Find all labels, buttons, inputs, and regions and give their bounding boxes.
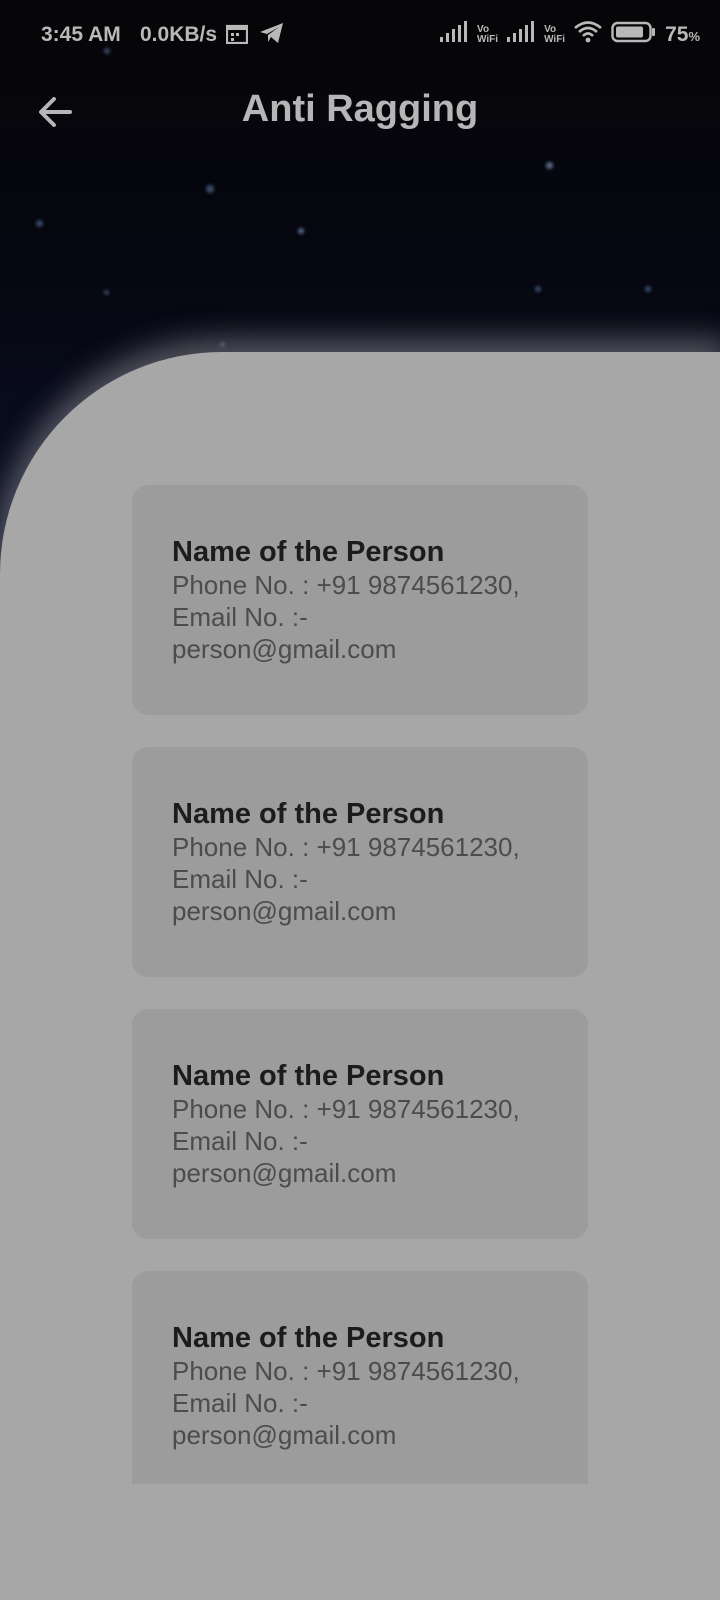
contact-name: Name of the Person <box>172 1060 445 1092</box>
star-decoration <box>36 220 43 227</box>
contact-phone: Phone No. : +91 9874561230, <box>172 570 520 600</box>
contact-email-label: Email No. :- <box>172 1126 308 1156</box>
contact-name: Name of the Person <box>172 536 445 568</box>
star-decoration <box>535 286 541 292</box>
contact-email-label: Email No. :- <box>172 602 308 632</box>
vowifi-label-bottom: WiFi <box>477 34 499 45</box>
contact-email-label: Email No. :- <box>172 1388 308 1418</box>
battery-unit: % <box>688 29 700 44</box>
contact-email[interactable]: person@gmail.com <box>172 895 568 927</box>
star-decoration <box>645 286 651 292</box>
contact-email[interactable]: person@gmail.com <box>172 1419 568 1451</box>
wifi-icon <box>573 20 603 50</box>
contact-card[interactable]: Name of the Person Phone No. : +91 98745… <box>132 1271 588 1484</box>
screen: 3:45 AM 0.0KB/s Vo WiFi Vo WiFi 75% Anti… <box>0 0 720 1600</box>
calendar-icon <box>225 24 249 50</box>
star-decoration <box>546 162 553 169</box>
signal-icon <box>439 21 469 49</box>
page-title: Anti Ragging <box>241 88 479 130</box>
contact-card[interactable]: Name of the Person Phone No. : +91 98745… <box>132 1009 588 1239</box>
contact-phone: Phone No. : +91 9874561230, <box>172 1356 520 1386</box>
contact-card[interactable]: Name of the Person Phone No. : +91 98745… <box>132 485 588 715</box>
contact-card[interactable]: Name of the Person Phone No. : +91 98745… <box>132 747 588 977</box>
contact-email[interactable]: person@gmail.com <box>172 633 568 665</box>
signal-icon <box>506 21 536 49</box>
battery-icon <box>611 21 657 49</box>
contact-name: Name of the Person <box>172 798 445 830</box>
vowifi-label: Vo WiFi <box>477 25 498 45</box>
status-bar: 3:45 AM 0.0KB/s Vo WiFi Vo WiFi 75% <box>0 0 720 70</box>
contact-list[interactable]: Name of the Person Phone No. : +91 98745… <box>132 485 588 1484</box>
network-speed: 0.0KB/s <box>140 23 218 46</box>
star-decoration <box>298 228 304 234</box>
battery-percent-text: 75% <box>665 23 700 47</box>
contact-email-label: Email No. :- <box>172 864 308 894</box>
telegram-icon <box>259 22 285 50</box>
star-decoration <box>220 342 225 347</box>
contact-phone: Phone No. : +91 9874561230, <box>172 1094 520 1124</box>
app-bar: Anti Ragging <box>0 70 720 155</box>
contact-phone: Phone No. : +91 9874561230, <box>172 832 520 862</box>
vowifi-label-bottom: WiFi <box>544 34 566 45</box>
star-decoration <box>104 290 109 295</box>
contact-email[interactable]: person@gmail.com <box>172 1157 568 1189</box>
contact-name: Name of the Person <box>172 1322 445 1354</box>
star-decoration <box>206 185 214 193</box>
status-time: 3:45 AM <box>41 23 121 46</box>
battery-percent: 75 <box>665 23 689 46</box>
status-icons-group: Vo WiFi Vo WiFi 75% <box>439 20 700 50</box>
vowifi-label: Vo WiFi <box>544 25 565 45</box>
